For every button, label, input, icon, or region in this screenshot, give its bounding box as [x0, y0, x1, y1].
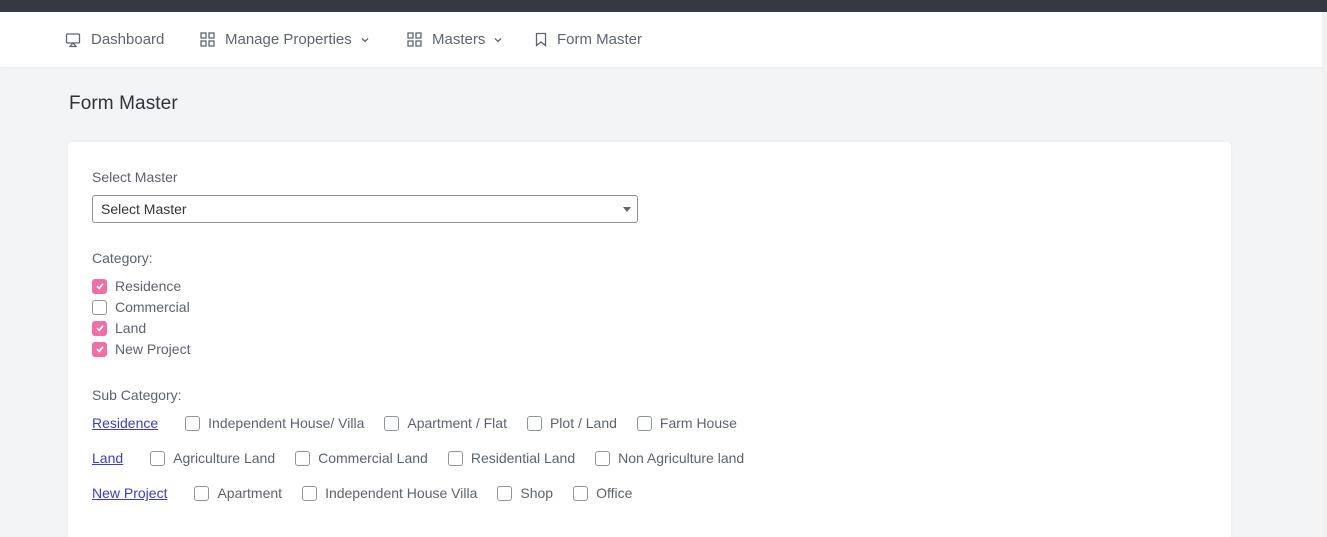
main-navbar: Dashboard Manage Properties Masters Form…: [0, 12, 1322, 67]
category-label: Category:: [92, 250, 153, 266]
nav-dashboard-label: Dashboard: [91, 31, 165, 48]
subcategory-option[interactable]: Farm House: [636, 415, 737, 431]
category-item-residence: Residence: [92, 277, 181, 295]
subcategory-option[interactable]: Plot / Land: [526, 415, 617, 431]
subcategory-option-label: Farm House: [659, 415, 737, 431]
subcategory-option[interactable]: Residential Land: [447, 450, 576, 466]
category-label-text: Residence: [115, 278, 182, 294]
subcategory-option[interactable]: Non Agriculture land: [595, 450, 744, 466]
subcategory-option-label: Independent House Villa: [325, 485, 478, 501]
subcategory-option[interactable]: Apartment / Flat: [384, 415, 507, 431]
subcategory-checkbox[interactable]: [150, 450, 166, 466]
chevron-down-icon: [494, 37, 502, 42]
subcategory-option-label: Residential Land: [470, 450, 576, 466]
subcategory-option-label: Office: [596, 485, 633, 501]
subcategory-option[interactable]: Office: [573, 485, 632, 501]
subcategory-option-label: Shop: [520, 485, 554, 501]
subcategory-group-link[interactable]: Land: [92, 450, 123, 466]
subcategory-row-land: Land Agriculture Land Commercial Land Re…: [92, 448, 764, 468]
subcategory-group-link[interactable]: Residence: [92, 415, 158, 431]
nav-manage-properties-label: Manage Properties: [225, 31, 352, 48]
category-item-land: Land: [92, 319, 146, 337]
category-label-text: Commercial: [115, 299, 190, 315]
subcategory-option-label: Apartment / Flat: [407, 415, 507, 431]
subcategory-checkbox[interactable]: [447, 450, 463, 466]
category-checkbox[interactable]: [92, 341, 107, 357]
subcategory-checkbox[interactable]: [384, 415, 400, 431]
subcategory-option[interactable]: Apartment: [194, 485, 282, 501]
subcategory-checkbox[interactable]: [573, 485, 589, 501]
check-icon: [95, 346, 104, 353]
subcategory-option-label: Commercial Land: [318, 450, 428, 466]
subcategory-checkbox[interactable]: [526, 415, 542, 431]
category-checkbox[interactable]: [92, 299, 107, 315]
subcategory-option-label: Non Agriculture land: [618, 450, 745, 466]
subcategory-option[interactable]: Independent House Villa: [302, 485, 477, 501]
subcategory-checkbox[interactable]: [302, 485, 318, 501]
nav-masters-label: Masters: [432, 31, 486, 48]
category-item-commercial: Commercial: [92, 298, 190, 316]
category-checkbox[interactable]: [92, 278, 107, 294]
nav-form-master[interactable]: Form Master: [535, 12, 642, 67]
subcategory-label: Sub Category:: [92, 387, 182, 403]
bookmark-icon: [535, 32, 547, 47]
category-label-text: Land: [115, 320, 147, 336]
nav-masters[interactable]: Masters: [407, 12, 503, 67]
subcategory-checkbox[interactable]: [295, 450, 311, 466]
subcategory-option[interactable]: Commercial Land: [295, 450, 428, 466]
form-card: Select Master Select Master Category: Re…: [68, 142, 1231, 537]
subcategory-option-label: Apartment: [217, 485, 283, 501]
subcategory-option-label: Plot / Land: [549, 415, 617, 431]
subcategory-option-label: Agriculture Land: [173, 450, 276, 466]
grid-icon: [200, 32, 215, 47]
nav-dashboard[interactable]: Dashboard: [65, 12, 164, 67]
chevron-down-icon: [361, 37, 369, 42]
subcategory-checkbox[interactable]: [636, 415, 652, 431]
caret-down-icon: [623, 207, 631, 212]
subcategory-option[interactable]: Independent House/ Villa: [185, 415, 364, 431]
check-icon: [95, 283, 104, 290]
category-label-text: New Project: [115, 341, 191, 357]
subcategory-checkbox[interactable]: [595, 450, 611, 466]
subcategory-checkbox[interactable]: [194, 485, 210, 501]
subcategory-checkbox[interactable]: [497, 485, 513, 501]
category-checkbox[interactable]: [92, 320, 107, 336]
subcategory-option-label: Independent House/ Villa: [208, 415, 365, 431]
select-master-label: Select Master: [92, 169, 178, 185]
top-bar: [0, 0, 1327, 12]
check-icon: [95, 325, 104, 332]
subcategory-checkbox[interactable]: [185, 415, 201, 431]
scrollbar[interactable]: [1322, 12, 1327, 537]
select-master-value: Select Master: [101, 201, 187, 217]
subcategory-option[interactable]: Agriculture Land: [150, 450, 275, 466]
subcategory-row-new-project: New Project Apartment Independent House …: [92, 483, 652, 503]
nav-manage-properties[interactable]: Manage Properties: [200, 12, 370, 67]
monitor-icon: [65, 32, 81, 47]
page-title: Form Master: [69, 93, 178, 114]
select-master-dropdown[interactable]: Select Master: [92, 195, 638, 223]
subcategory-row-residence: Residence Independent House/ Villa Apart…: [92, 413, 757, 433]
category-item-new-project: New Project: [92, 340, 190, 358]
subcategory-option[interactable]: Shop: [497, 485, 553, 501]
nav-form-master-label: Form Master: [557, 31, 643, 48]
subcategory-group-link[interactable]: New Project: [92, 485, 167, 501]
grid-icon: [407, 32, 422, 47]
